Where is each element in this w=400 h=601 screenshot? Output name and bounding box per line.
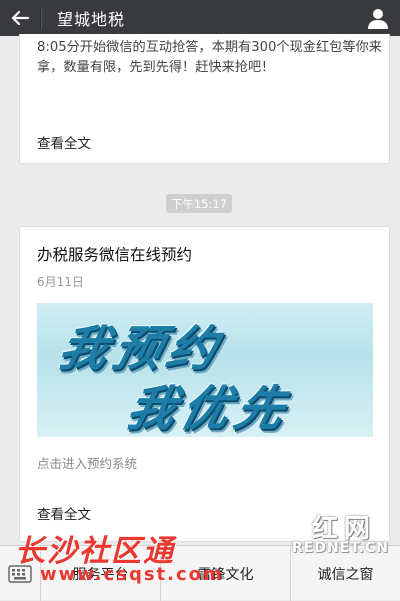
back-button[interactable] xyxy=(0,0,40,36)
arrow-left-icon xyxy=(11,10,30,26)
banner-line-2: 我优先 xyxy=(120,381,297,437)
timestamp: 下午15:17 xyxy=(166,194,232,213)
profile-button[interactable] xyxy=(366,6,390,30)
card2-date: 6月11日 xyxy=(37,275,84,289)
top-bar: 望城地税 xyxy=(0,0,400,36)
card2-title: 办税服务微信在线预约 xyxy=(37,246,193,264)
watermark-rednet: REDNET.CN xyxy=(292,540,389,556)
watermark-url: www.csqst.com xyxy=(40,564,224,585)
page-title: 望城地税 xyxy=(57,10,126,29)
message-card-1[interactable]: 8:05分开始微信的互动抢答，本期有300个现金红包等你来拿，数量有限，先到先得… xyxy=(19,34,390,164)
card1-text: 8:05分开始微信的互动抢答，本期有300个现金红包等你来拿，数量有限，先到先得… xyxy=(37,40,382,75)
message-card-2[interactable]: 办税服务微信在线预约 6月11日 我预约 我优先 点击进入预约系统 查看全文 xyxy=(19,226,390,542)
read-more-link[interactable]: 查看全文 xyxy=(37,132,91,152)
card2-description: 点击进入预约系统 xyxy=(37,456,138,471)
banner-image[interactable]: 我预约 我优先 xyxy=(37,303,373,437)
person-icon xyxy=(368,9,388,29)
header-divider xyxy=(40,7,41,29)
read-more-link[interactable]: 查看全文 xyxy=(37,503,91,523)
